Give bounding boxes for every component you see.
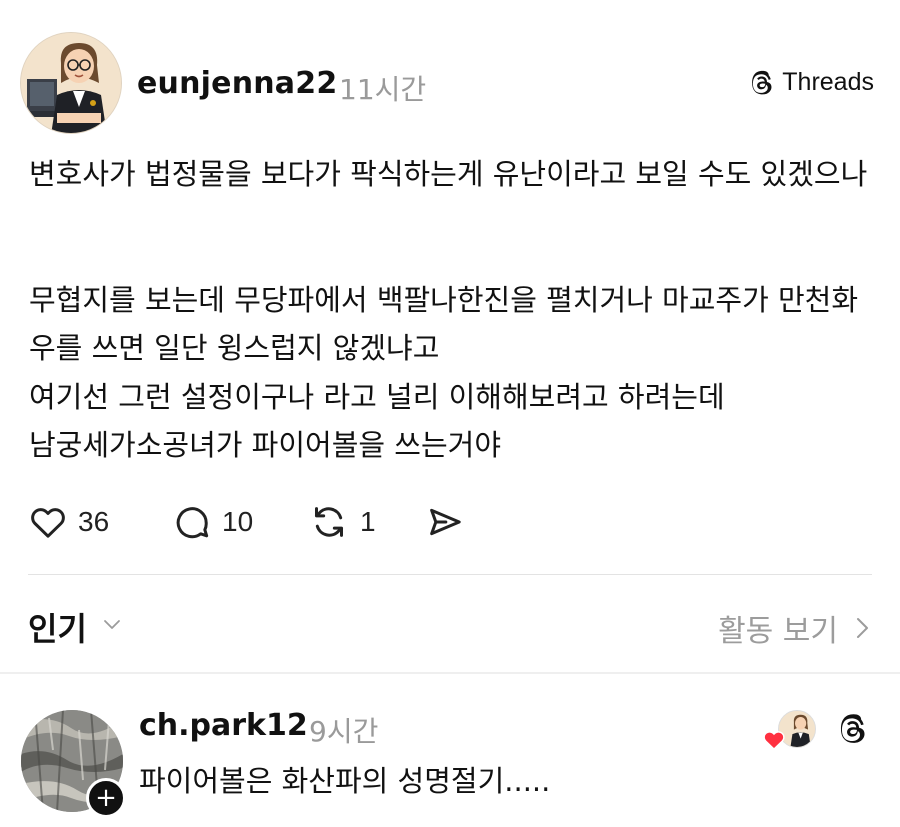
repost-button[interactable]: 1 [308, 498, 376, 546]
post-timestamp: 11시간 [339, 73, 427, 106]
chevron-down-icon[interactable] [100, 612, 124, 636]
view-activity-link[interactable]: 활동 보기 [718, 606, 872, 650]
post-paragraph-3: 여기선 그런 설정이구나 라고 널리 이해해보려고 하려는데 남궁세가소공녀가 … [29, 380, 725, 462]
post-actions: 36 10 1 [28, 498, 888, 546]
chevron-right-icon [857, 618, 868, 638]
threads-logo-icon[interactable] [836, 712, 870, 746]
author-avatar[interactable] [20, 32, 122, 134]
view-activity-label: 활동 보기 [718, 614, 838, 649]
repost-icon [315, 507, 343, 537]
threads-brand-label: Threads [782, 68, 874, 96]
comment-icon [176, 507, 209, 539]
like-count: 36 [78, 506, 110, 537]
repost-count: 1 [360, 506, 376, 537]
heart-filled-icon [763, 731, 785, 750]
like-button[interactable]: 36 [28, 498, 109, 546]
sort-selector-label[interactable]: 인기 [28, 604, 87, 650]
replies-sort-row: 인기 활동 보기 [28, 598, 872, 654]
author-liked-indicator [762, 710, 818, 754]
author-username[interactable]: eunjenna22 [137, 66, 337, 101]
reply-count: 10 [222, 506, 254, 537]
post-paragraph-2: 무협지를 보는데 무당파에서 백팔나한진을 펼치거나 마교주가 만천화우를 쓰면… [29, 283, 859, 365]
post-paragraph-1: 변호사가 법정물을 보다가 팍식하는게 유난이라고 보일 수도 있겠으나 [29, 157, 868, 191]
reply-text: 파이어볼은 화산파의 성명절기..... [139, 764, 551, 798]
divider [28, 574, 872, 575]
reply-timestamp: 9시간 [309, 715, 379, 748]
threads-brand[interactable]: Threads [748, 68, 874, 97]
heart-icon [31, 508, 65, 538]
avatar-illustration [21, 33, 121, 133]
share-icon [430, 508, 461, 536]
share-button[interactable] [424, 498, 466, 546]
reply-item[interactable]: + ch.park12 9시간 파이어볼은 화산파의 성명절기..... [0, 690, 900, 827]
plus-icon: + [95, 783, 117, 813]
reply-button[interactable]: 10 [172, 498, 253, 546]
threads-logo-icon [752, 70, 772, 94]
post-header: eunjenna22 11시간 Threads [20, 32, 880, 140]
section-divider [0, 672, 900, 674]
reply-author-username[interactable]: ch.park12 [139, 708, 308, 743]
follow-button[interactable]: + [86, 778, 126, 818]
